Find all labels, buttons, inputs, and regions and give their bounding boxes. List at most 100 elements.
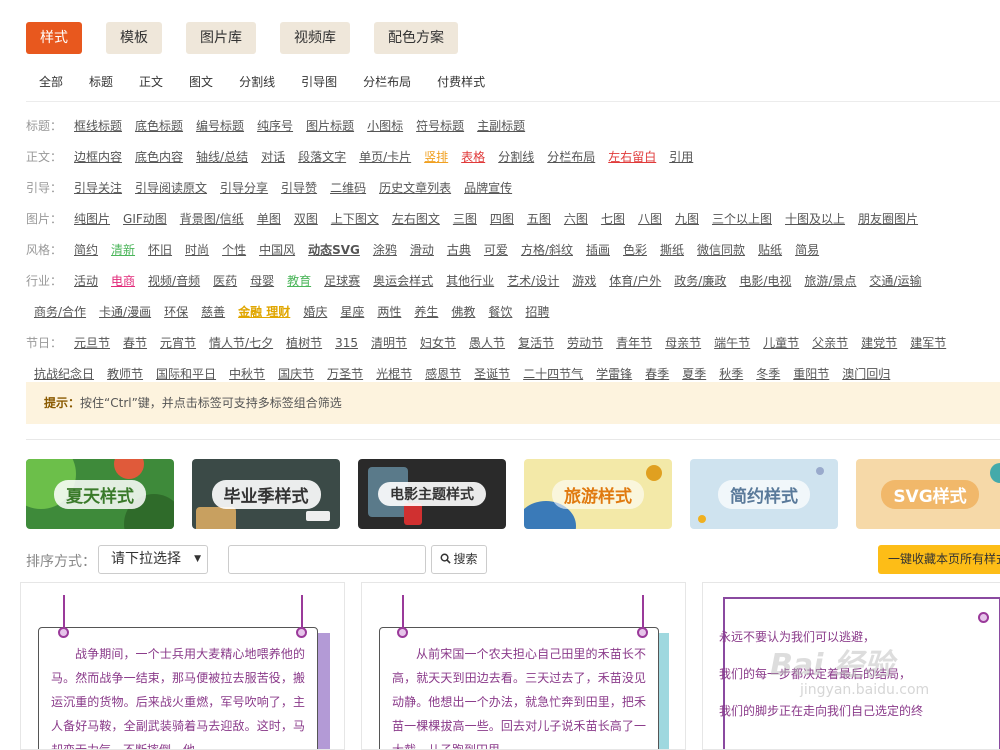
filter-tag[interactable]: 引导分享: [220, 179, 268, 196]
filter-tag[interactable]: 底色内容: [135, 148, 183, 165]
filter-tag[interactable]: 电商: [111, 272, 135, 289]
filter-tag[interactable]: 可爱: [484, 241, 508, 258]
filter-tag[interactable]: 养生: [414, 303, 438, 320]
filter-tag[interactable]: 复活节: [518, 334, 554, 351]
filter-tag[interactable]: 中秋节: [229, 365, 265, 382]
filter-tag[interactable]: 万圣节: [327, 365, 363, 382]
filter-tag[interactable]: 国庆节: [278, 365, 314, 382]
filter-tag[interactable]: 愚人节: [469, 334, 505, 351]
filter-tag[interactable]: 视频/音频: [148, 272, 200, 289]
filter-tag[interactable]: 纯序号: [257, 117, 293, 134]
collect-all-button[interactable]: 一键收藏本页所有样式: [878, 545, 1000, 574]
filter-tag[interactable]: 慈善: [201, 303, 225, 320]
filter-tag[interactable]: 三个以上图: [712, 210, 772, 227]
filter-tag[interactable]: 植树节: [286, 334, 322, 351]
filter-tag[interactable]: 古典: [447, 241, 471, 258]
filter-tag[interactable]: 春节: [123, 334, 147, 351]
filter-tag[interactable]: 中国风: [259, 241, 295, 258]
filter-tag[interactable]: 边框内容: [74, 148, 122, 165]
filter-tag[interactable]: 上下图文: [331, 210, 379, 227]
filter-tag[interactable]: 简易: [795, 241, 819, 258]
filter-tag[interactable]: 九图: [675, 210, 699, 227]
filter-tag[interactable]: 足球赛: [324, 272, 360, 289]
filter-tag[interactable]: 轴线/总结: [196, 148, 248, 165]
filter-tag[interactable]: 两性: [377, 303, 401, 320]
filter-tag[interactable]: 五图: [527, 210, 551, 227]
filter-tag[interactable]: 个性: [222, 241, 246, 258]
search-input[interactable]: [228, 545, 426, 574]
filter-tag[interactable]: 朋友圈图片: [858, 210, 918, 227]
filter-tag[interactable]: 其他行业: [446, 272, 494, 289]
filter-tag[interactable]: 滑动: [410, 241, 434, 258]
filter-tag[interactable]: 建党节: [861, 334, 897, 351]
filter-tag[interactable]: 单图: [257, 210, 281, 227]
filter-tag[interactable]: 妇女节: [420, 334, 456, 351]
filter-tag[interactable]: 清新: [111, 241, 135, 258]
filter-tag[interactable]: 夏季: [682, 365, 706, 382]
filter-tag[interactable]: 儿童节: [763, 334, 799, 351]
filter-tag[interactable]: 星座: [340, 303, 364, 320]
filter-tag[interactable]: 佛教: [451, 303, 475, 320]
filter-tag[interactable]: 表格: [461, 148, 485, 165]
filter-tag[interactable]: 插画: [586, 241, 610, 258]
filter-tag[interactable]: 青年节: [616, 334, 652, 351]
filter-tag[interactable]: 引导关注: [74, 179, 122, 196]
filter-tag[interactable]: 教育: [287, 272, 311, 289]
subtab-paid-style[interactable]: 付费样式: [424, 70, 498, 101]
filter-tag[interactable]: 母亲节: [665, 334, 701, 351]
filter-tag[interactable]: 段落文字: [298, 148, 346, 165]
filter-tag[interactable]: 活动: [74, 272, 98, 289]
filter-tag[interactable]: 撕纸: [660, 241, 684, 258]
filter-tag[interactable]: 交通/运输: [869, 272, 921, 289]
filter-tag[interactable]: 秋季: [719, 365, 743, 382]
filter-tag[interactable]: 重阳节: [793, 365, 829, 382]
filter-tag[interactable]: 引用: [669, 148, 693, 165]
style-card[interactable]: 战争期间，一个士兵用大麦精心地喂养他的马。然而战争一结束，那马便被拉去服苦役，搬…: [20, 582, 345, 750]
filter-tag[interactable]: 二十四节气: [523, 365, 583, 382]
filter-tag[interactable]: 八图: [638, 210, 662, 227]
filter-tag[interactable]: 金融 理财: [238, 303, 290, 320]
filter-tag[interactable]: 纯图片: [74, 210, 110, 227]
filter-tag[interactable]: 对话: [261, 148, 285, 165]
filter-tag[interactable]: 引导赞: [281, 179, 317, 196]
filter-tag[interactable]: 政务/廉政: [674, 272, 726, 289]
subtab-guide-image[interactable]: 引导图: [288, 70, 350, 101]
filter-tag[interactable]: 二维码: [330, 179, 366, 196]
filter-tag[interactable]: 学雷锋: [596, 365, 632, 382]
filter-tag[interactable]: 左右图文: [392, 210, 440, 227]
filter-tag[interactable]: 光棍节: [376, 365, 412, 382]
subtab-divider[interactable]: 分割线: [226, 70, 288, 101]
filter-tag[interactable]: 元宵节: [160, 334, 196, 351]
filter-tag[interactable]: 劳动节: [567, 334, 603, 351]
filter-tag[interactable]: 动态SVG: [308, 241, 360, 258]
filter-tag[interactable]: 简约: [74, 241, 98, 258]
filter-tag[interactable]: 环保: [164, 303, 188, 320]
filter-tag[interactable]: 编号标题: [196, 117, 244, 134]
filter-tag[interactable]: 卡通/漫画: [99, 303, 151, 320]
filter-tag[interactable]: 四图: [490, 210, 514, 227]
filter-tag[interactable]: 游戏: [572, 272, 596, 289]
subtab-image-text[interactable]: 图文: [176, 70, 226, 101]
banner-summer[interactable]: 夏天样式: [26, 459, 174, 529]
filter-tag[interactable]: 符号标题: [416, 117, 464, 134]
banner-graduation[interactable]: 毕业季样式: [192, 459, 340, 529]
filter-tag[interactable]: 澳门回归: [842, 365, 890, 382]
filter-tag[interactable]: 抗战纪念日: [34, 365, 94, 382]
filter-tag[interactable]: 婚庆: [303, 303, 327, 320]
filter-tag[interactable]: 端午节: [714, 334, 750, 351]
filter-tag[interactable]: 春季: [645, 365, 669, 382]
filter-tag[interactable]: 圣诞节: [474, 365, 510, 382]
filter-tag[interactable]: 电影/电视: [739, 272, 791, 289]
filter-tag[interactable]: 冬季: [756, 365, 780, 382]
subtab-body[interactable]: 正文: [126, 70, 176, 101]
filter-tag[interactable]: 分栏布局: [547, 148, 595, 165]
filter-tag[interactable]: 国际和平日: [156, 365, 216, 382]
filter-tag[interactable]: 色彩: [623, 241, 647, 258]
banner-svg[interactable]: SVG样式: [856, 459, 1000, 529]
filter-tag[interactable]: 教师节: [107, 365, 143, 382]
filter-tag[interactable]: 招聘: [525, 303, 549, 320]
filter-tag[interactable]: 贴纸: [758, 241, 782, 258]
filter-tag[interactable]: 竖排: [424, 148, 448, 165]
filter-tag[interactable]: 怀旧: [148, 241, 172, 258]
filter-tag[interactable]: 引导阅读原文: [135, 179, 207, 196]
